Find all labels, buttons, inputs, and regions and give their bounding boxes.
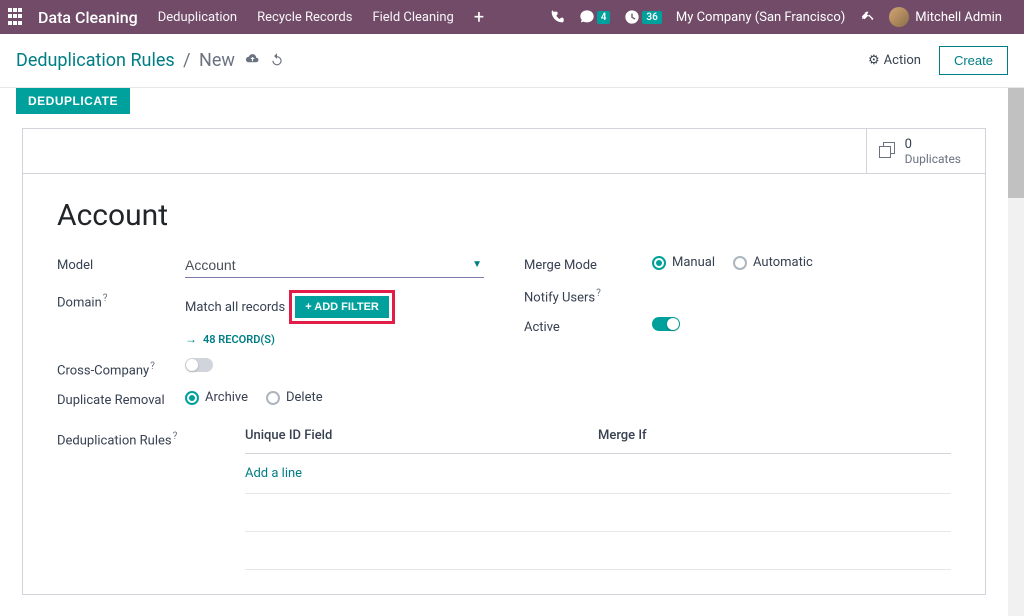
model-label: Model xyxy=(57,255,185,273)
duplicates-icon xyxy=(879,142,897,160)
cross-company-label: Cross-Company? xyxy=(57,358,185,378)
user-menu[interactable]: Mitchell Admin xyxy=(889,7,1002,27)
apps-launcher-icon[interactable] xyxy=(8,8,26,26)
messages-icon[interactable]: 4 xyxy=(579,9,611,25)
discard-icon[interactable] xyxy=(270,52,284,70)
company-selector[interactable]: My Company (San Francisco) xyxy=(676,10,845,25)
table-row xyxy=(245,494,951,532)
menu-deduplication[interactable]: Deduplication xyxy=(158,10,237,25)
help-icon[interactable]: ? xyxy=(150,361,155,372)
app-name[interactable]: Data Cleaning xyxy=(38,8,138,27)
breadcrumb-root[interactable]: Deduplication Rules xyxy=(16,50,175,71)
dropdown-caret-icon[interactable]: ▼ xyxy=(472,259,482,270)
dedup-rules-label: Deduplication Rules? xyxy=(57,428,245,570)
notify-users-label: Notify Users? xyxy=(524,285,652,305)
voip-icon[interactable] xyxy=(549,9,565,25)
help-icon[interactable]: ? xyxy=(596,288,601,299)
arrow-right-icon: → xyxy=(185,332,197,346)
duplicates-count: 0 xyxy=(905,137,961,152)
removal-archive-radio[interactable]: Archive xyxy=(185,390,248,405)
form-view: DEDUPLICATE 0 Duplicates Account Model xyxy=(0,88,1008,616)
breadcrumb-current: New xyxy=(199,50,235,71)
scrollbar-thumb[interactable] xyxy=(1008,88,1024,198)
breadcrumb: Deduplication Rules / New xyxy=(16,50,235,71)
merge-automatic-radio[interactable]: Automatic xyxy=(733,255,813,270)
domain-match-text: Match all records xyxy=(185,300,285,315)
create-button[interactable]: Create xyxy=(939,46,1008,75)
gear-icon: ⚙ xyxy=(868,53,880,68)
merge-manual-radio[interactable]: Manual xyxy=(652,255,715,270)
add-filter-highlight: + ADD FILTER xyxy=(289,290,395,324)
add-menu-icon[interactable]: + xyxy=(474,7,484,28)
user-avatar xyxy=(889,7,909,27)
record-title: Account xyxy=(57,198,951,233)
merge-mode-label: Merge Mode xyxy=(524,255,652,273)
top-navbar: Data Cleaning Deduplication Recycle Reco… xyxy=(0,0,1024,34)
active-toggle[interactable] xyxy=(652,317,680,331)
activities-icon[interactable]: 36 xyxy=(624,9,661,25)
form-sheet: 0 Duplicates Account Model ▼ xyxy=(22,128,986,595)
model-input[interactable] xyxy=(185,255,484,278)
deduplicate-button[interactable]: DEDUPLICATE xyxy=(16,88,130,114)
messages-badge: 4 xyxy=(597,11,611,24)
records-count-link[interactable]: → 48 RECORD(S) xyxy=(185,332,484,346)
col-merge-if: Merge If xyxy=(598,428,951,443)
add-a-line-link[interactable]: Add a line xyxy=(245,466,302,481)
menu-recycle-records[interactable]: Recycle Records xyxy=(257,10,352,25)
help-icon[interactable]: ? xyxy=(103,293,108,304)
activities-badge: 36 xyxy=(642,11,661,24)
vertical-scrollbar[interactable] xyxy=(1008,88,1024,616)
help-icon[interactable]: ? xyxy=(173,431,178,442)
table-row xyxy=(245,532,951,570)
menu-field-cleaning[interactable]: Field Cleaning xyxy=(372,10,453,25)
cross-company-toggle[interactable] xyxy=(185,358,213,372)
duplicate-removal-label: Duplicate Removal xyxy=(57,390,185,408)
user-name: Mitchell Admin xyxy=(915,10,1002,25)
action-dropdown[interactable]: ⚙ Action xyxy=(868,53,921,68)
duplicates-stat-button[interactable]: 0 Duplicates xyxy=(866,129,985,173)
domain-label: Domain? xyxy=(57,290,185,310)
add-filter-button[interactable]: + ADD FILTER xyxy=(295,296,389,318)
duplicates-label: Duplicates xyxy=(905,152,961,166)
active-label: Active xyxy=(524,317,652,335)
control-panel: Deduplication Rules / New ⚙ Action Creat… xyxy=(0,34,1024,88)
cloud-save-icon[interactable] xyxy=(245,52,260,69)
removal-delete-radio[interactable]: Delete xyxy=(266,390,323,405)
col-unique-id-field: Unique ID Field xyxy=(245,428,598,443)
debug-icon[interactable] xyxy=(859,9,875,25)
